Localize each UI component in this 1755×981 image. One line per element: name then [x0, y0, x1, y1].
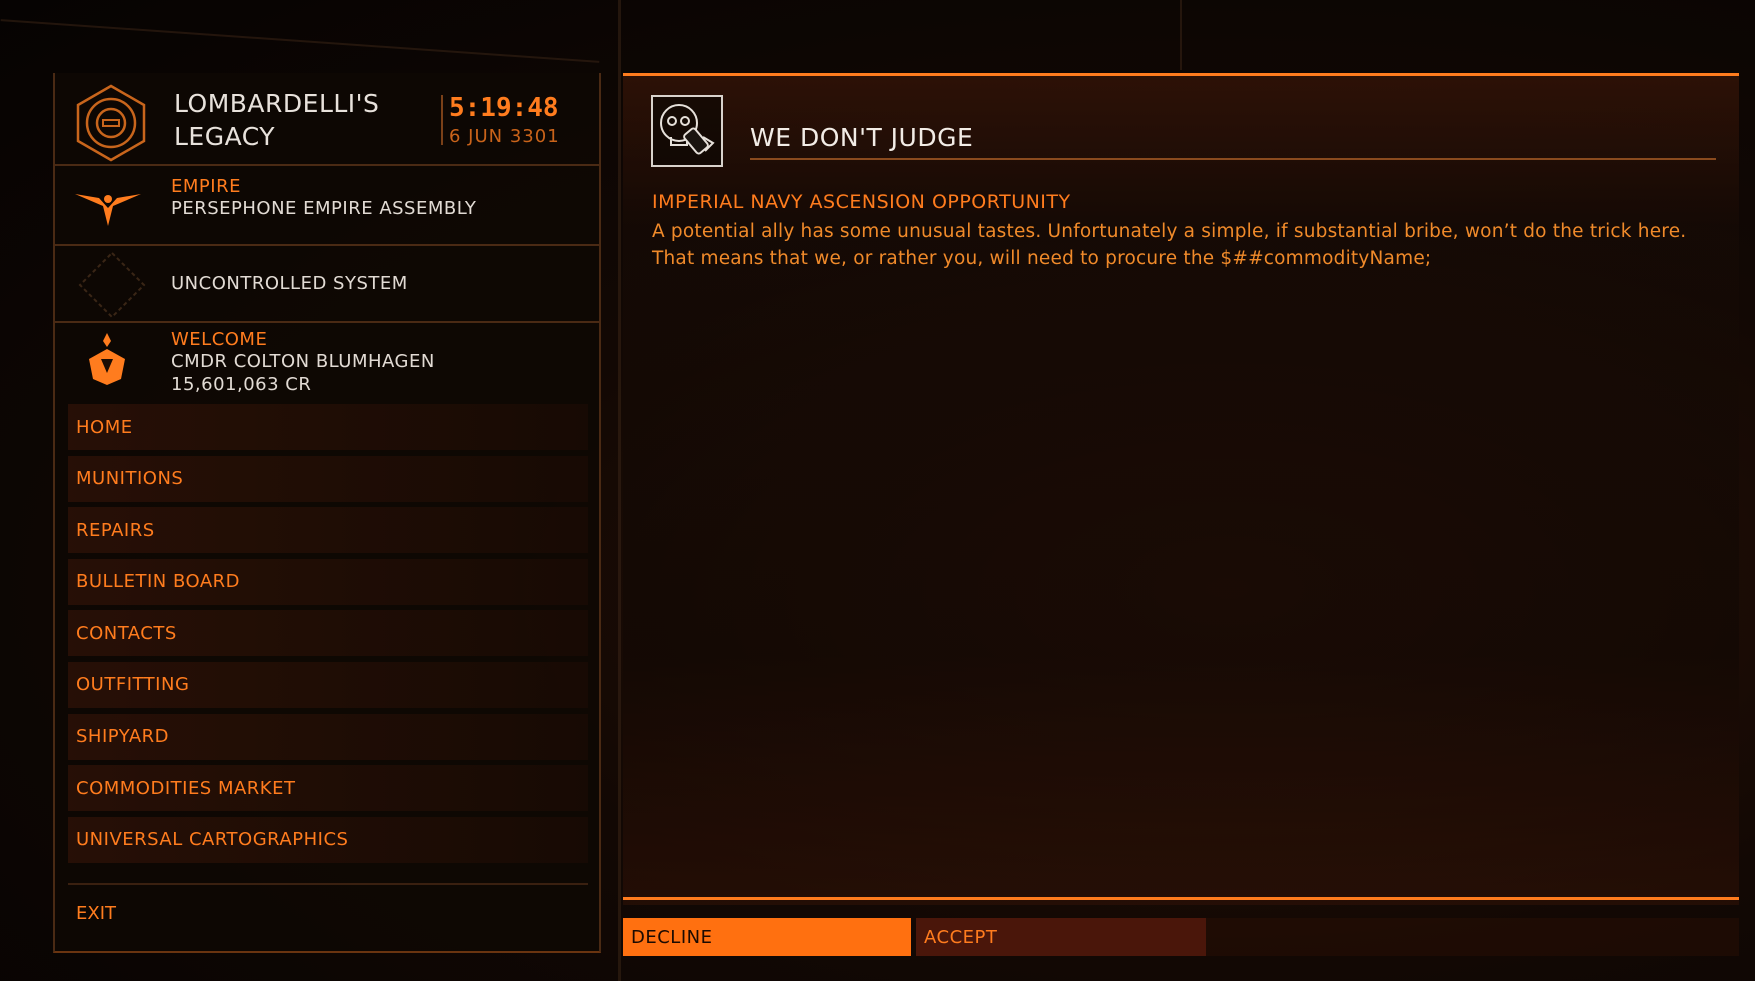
system-row: UNCONTROLLED SYSTEM [55, 246, 599, 323]
menu-item-munitions[interactable]: MUNITIONS [68, 455, 588, 502]
station-services-panel: LOMBARDELLI'S LEGACY 5:19:48 6 JUN 3301 … [53, 73, 601, 953]
menu-item-exit[interactable]: EXIT [68, 883, 588, 941]
button-bar-filler [1206, 918, 1739, 956]
faction-name: PERSEPHONE EMPIRE ASSEMBLY [171, 198, 477, 219]
welcome-label: WELCOME [171, 329, 268, 350]
menu-item-repairs[interactable]: REPAIRS [68, 507, 588, 554]
menu-item-universal-cartographics[interactable]: UNIVERSAL CARTOGRAPHICS [68, 816, 588, 863]
mission-description-line: That means that we, or rather you, will … [652, 248, 1432, 269]
station-header: LOMBARDELLI'S LEGACY 5:19:48 6 JUN 3301 [55, 73, 599, 166]
mission-description: A potential ally has some unusual tastes… [652, 218, 1712, 272]
menu-item-outfitting[interactable]: OUTFITTING [68, 661, 588, 708]
faction-row: EMPIRE PERSEPHONE EMPIRE ASSEMBLY [55, 166, 599, 246]
station-emblem-icon [71, 83, 151, 163]
game-clock: 5:19:48 [449, 93, 559, 123]
game-date: 6 JUN 3301 [449, 126, 560, 147]
menu-item-commodities-market[interactable]: COMMODITIES MARKET [68, 765, 588, 812]
commander-name: CMDR COLTON BLUMHAGEN [171, 351, 435, 372]
diamond-outline-icon [77, 250, 147, 324]
mission-subtitle: IMPERIAL NAVY ASCENSION OPPORTUNITY [652, 191, 1071, 213]
system-status: UNCONTROLLED SYSTEM [171, 273, 408, 294]
background-strut [1180, 0, 1182, 70]
mission-detail-panel: WE DON'T JUDGE IMPERIAL NAVY ASCENSION O… [623, 73, 1739, 905]
accept-button[interactable]: ACCEPT [916, 918, 1206, 956]
commander-row: WELCOME CMDR COLTON BLUMHAGEN 15,601,063… [55, 323, 599, 399]
mission-description-line: A potential ally has some unusual tastes… [652, 221, 1687, 242]
background-strut [0, 19, 600, 63]
empire-eagle-icon [73, 184, 143, 232]
mission-title: WE DON'T JUDGE [750, 123, 974, 152]
mission-icon-frame [651, 95, 723, 167]
menu-item-bulletin-board[interactable]: BULLETIN BOARD [68, 558, 588, 605]
divider [441, 95, 443, 145]
station-name: LOMBARDELLI'S LEGACY [174, 89, 380, 151]
credit-balance: 15,601,063 CR [171, 374, 312, 395]
divider [623, 897, 1739, 900]
menu-item-home[interactable]: HOME [68, 404, 588, 450]
faction-label: EMPIRE [171, 176, 241, 197]
background-strut [618, 0, 621, 981]
divider [750, 158, 1716, 160]
menu-item-contacts[interactable]: CONTACTS [68, 610, 588, 657]
menu-item-shipyard[interactable]: SHIPYARD [68, 713, 588, 760]
station-services-menu: HOME MUNITIONS REPAIRS BULLETIN BOARD CO… [68, 404, 588, 868]
commander-rank-icon [85, 333, 129, 389]
skull-canister-icon [653, 97, 721, 169]
decline-button[interactable]: DECLINE [623, 918, 911, 956]
